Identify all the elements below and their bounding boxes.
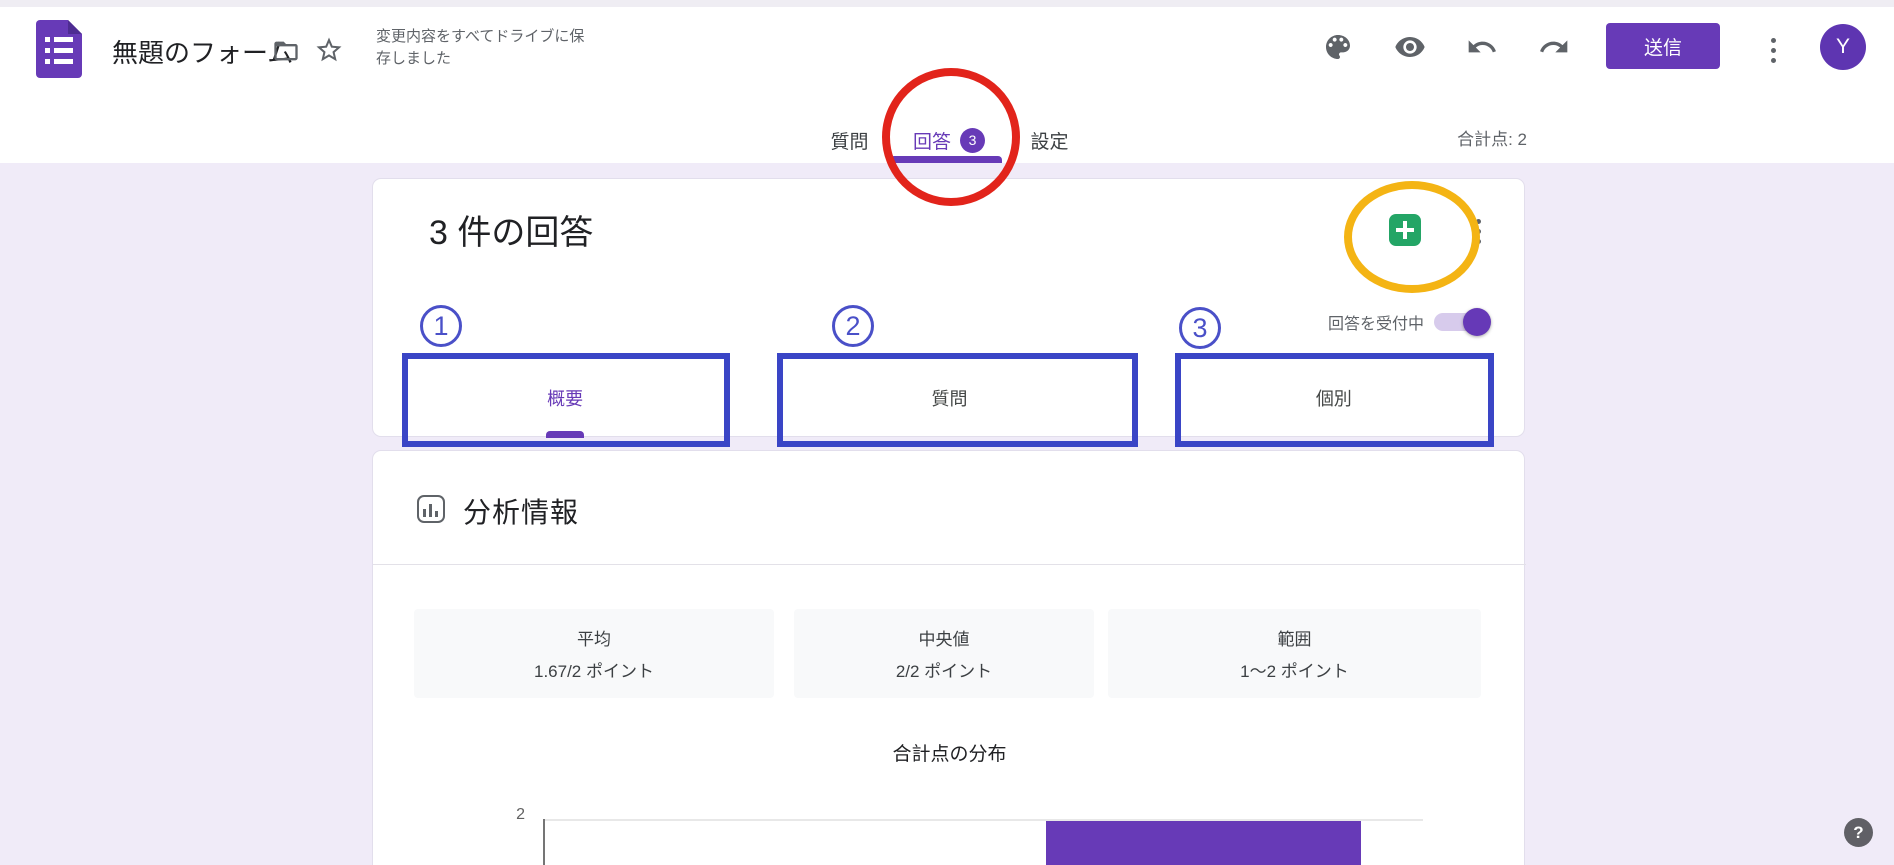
selected-subtab-indicator: [546, 431, 584, 438]
stat-range: 範囲 1〜2 ポイント: [1108, 609, 1481, 698]
account-avatar[interactable]: Y: [1820, 24, 1866, 70]
send-button[interactable]: 送信: [1606, 23, 1720, 69]
help-button[interactable]: ?: [1844, 818, 1873, 847]
preview-eye-icon[interactable]: [1394, 31, 1426, 63]
chart-y-axis: [543, 819, 545, 865]
stat-median-label: 中央値: [919, 625, 970, 650]
annotation-number-1: 1: [420, 305, 462, 347]
tab-settings[interactable]: 設定: [1012, 118, 1087, 162]
subtab-individual[interactable]: 個別: [1142, 357, 1526, 438]
stat-average-value: 1.67/2 ポイント: [534, 657, 654, 682]
chart-title: 合計点の分布: [373, 739, 1526, 766]
stat-range-label: 範囲: [1278, 625, 1312, 650]
stat-range-value: 1〜2 ポイント: [1240, 657, 1349, 682]
responses-count-title: 3 件の回答: [429, 205, 593, 254]
star-icon[interactable]: [314, 35, 344, 65]
tab-questions[interactable]: 質問: [812, 118, 887, 162]
form-title[interactable]: 無題のフォーム: [112, 33, 293, 70]
annotation-number-2: 2: [832, 305, 874, 347]
save-status-text[interactable]: 変更内容をすべてドライブに保存しました: [376, 26, 594, 70]
subtab-question[interactable]: 質問: [757, 357, 1141, 438]
move-folder-icon[interactable]: [272, 37, 300, 65]
accepting-responses-label: 回答を受付中: [1328, 310, 1424, 334]
top-edge-strip: [0, 0, 1894, 7]
tab-responses-label: 回答: [913, 127, 951, 154]
toggle-knob: [1463, 308, 1491, 336]
selected-tab-indicator: [890, 156, 1002, 163]
stat-average: 平均 1.67/2 ポイント: [414, 609, 774, 698]
header-more-menu-icon[interactable]: [1766, 38, 1780, 63]
total-points-label: 合計点: 2: [1407, 125, 1527, 150]
responses-subtab-row: 概要 質問 個別: [373, 357, 1526, 438]
chart-y-tick-2: 2: [495, 806, 525, 824]
google-forms-page: 無題のフォーム 変更内容をすべてドライブに保存しました 送信 Y 質問 回答 3…: [0, 0, 1894, 865]
stat-median: 中央値 2/2 ポイント: [794, 609, 1094, 698]
responses-count-badge: 3: [960, 128, 985, 153]
responses-card: 3 件の回答 回答を受付中 概要 質問 個別: [372, 178, 1525, 437]
annotation-number-3: 3: [1179, 307, 1221, 349]
chart-bar-score-2: [1046, 821, 1361, 865]
bar-chart-icon: [417, 495, 445, 523]
forms-logo-lines: [45, 37, 73, 64]
subtab-summary[interactable]: 概要: [373, 357, 757, 438]
theme-palette-icon[interactable]: [1322, 31, 1354, 63]
forms-logo-icon[interactable]: [36, 20, 82, 78]
insights-title: 分析情報: [463, 491, 579, 531]
responses-more-menu-icon[interactable]: [1471, 219, 1485, 244]
accepting-responses-toggle[interactable]: [1434, 313, 1489, 331]
stat-median-value: 2/2 ポイント: [896, 657, 992, 682]
stat-average-label: 平均: [577, 625, 611, 650]
redo-icon[interactable]: [1538, 31, 1570, 63]
insights-card: 分析情報 平均 1.67/2 ポイント 中央値 2/2 ポイント 範囲 1〜2 …: [372, 450, 1525, 865]
undo-icon[interactable]: [1466, 31, 1498, 63]
sheets-icon[interactable]: [1389, 214, 1421, 246]
